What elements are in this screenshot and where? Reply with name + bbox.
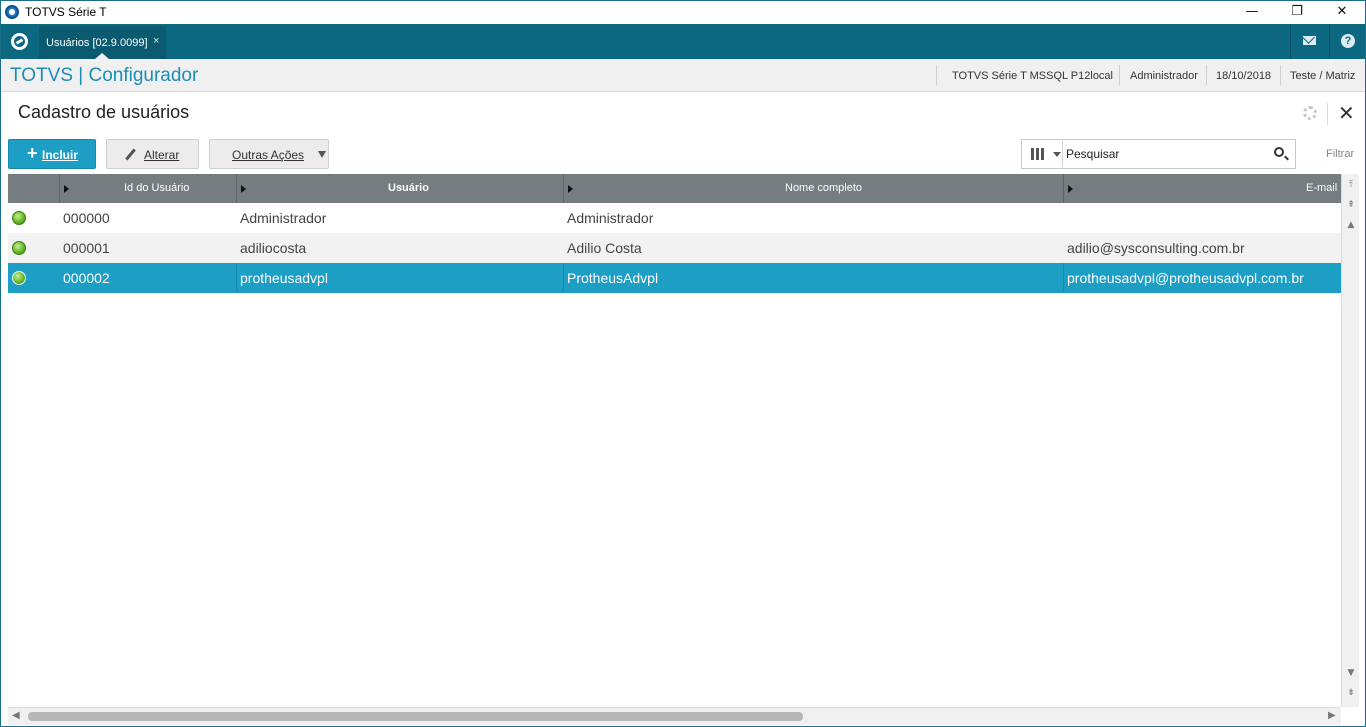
alter-button[interactable]: Alterar	[106, 139, 199, 169]
scroll-page-down-icon[interactable]: ⇟	[1345, 686, 1357, 700]
totvs-app-icon	[5, 5, 19, 19]
help-icon[interactable]: ?	[1341, 34, 1355, 48]
scroll-down-icon[interactable]: ▼	[1345, 666, 1357, 680]
scroll-page-up-icon[interactable]: ⇞	[1345, 198, 1357, 212]
table-row[interactable]: 000001 adiliocosta Adilio Costa adilio@s…	[8, 233, 1341, 263]
page-close-icon[interactable]: ✕	[1338, 101, 1355, 125]
plus-icon: +	[27, 143, 38, 163]
caret-right-icon	[241, 185, 246, 193]
search-box	[1021, 139, 1296, 169]
status-column-header	[8, 174, 59, 203]
cell-divider	[1063, 263, 1064, 293]
cell-name: Administrador	[567, 210, 654, 226]
columns-icon	[1031, 148, 1034, 160]
cell-divider	[236, 263, 237, 293]
other-actions-button[interactable]: Outras Ações	[209, 139, 329, 169]
filter-link[interactable]: Filtrar	[1326, 148, 1354, 160]
search-icon[interactable]	[1274, 147, 1284, 157]
window-title: TOTVS Série T	[25, 5, 107, 19]
cell-email: adilio@sysconsulting.com.br	[1067, 240, 1245, 256]
tabbar-divider	[1290, 24, 1291, 59]
table-row-selected[interactable]: 000002 protheusadvpl ProtheusAdvpl proth…	[8, 263, 1341, 293]
scroll-up-icon[interactable]: ▲	[1345, 218, 1357, 232]
app-window: TOTVS Série T — ❐ ✕ Usuários [02.9.0099]…	[0, 0, 1366, 727]
tab-usuarios[interactable]: Usuários [02.9.0099] ×	[39, 26, 166, 59]
module-brand: TOTVS | Configurador	[10, 65, 199, 86]
user-info: Administrador	[1130, 70, 1198, 82]
horizontal-scroll-thumb[interactable]	[28, 712, 803, 721]
alter-button-label: Alterar	[144, 148, 180, 162]
date-info: 18/10/2018	[1216, 70, 1272, 82]
environment-info: TOTVS Série T MSSQL P12local	[952, 70, 1113, 82]
columns-icon	[1036, 148, 1039, 160]
gear-icon[interactable]	[1303, 106, 1317, 120]
tabbar-divider	[1329, 24, 1330, 59]
status-active-icon	[12, 271, 26, 285]
cell-id: 000002	[63, 270, 110, 286]
caret-right-icon	[64, 185, 69, 193]
table-header: Id do Usuário Usuário Nome completo E-ma…	[8, 174, 1341, 203]
column-header-email[interactable]: E-mail	[1063, 174, 1341, 203]
status-active-icon	[12, 241, 26, 255]
caret-right-icon	[568, 185, 573, 193]
cell-user: adiliocosta	[240, 240, 307, 256]
columns-icon	[1041, 148, 1044, 160]
totvs-logo-icon[interactable]	[11, 33, 28, 50]
tab-close-icon[interactable]: ×	[153, 35, 159, 47]
column-header-name[interactable]: Nome completo	[563, 174, 1063, 203]
window-close-button[interactable]: ✕	[1319, 1, 1365, 23]
chevron-down-icon	[1053, 152, 1061, 157]
header-divider	[1280, 65, 1281, 85]
column-header-user[interactable]: Usuário	[236, 174, 563, 203]
table-row[interactable]: 000000 Administrador Administrador	[8, 203, 1341, 233]
header-divider	[1119, 65, 1120, 85]
include-button[interactable]: + Incluir	[8, 139, 96, 169]
title-divider	[1327, 103, 1328, 125]
cell-name: Adilio Costa	[567, 240, 642, 256]
columns-selector[interactable]	[1023, 141, 1063, 167]
scroll-top-icon[interactable]: ⤒	[1345, 178, 1357, 192]
mail-icon[interactable]	[1303, 36, 1316, 45]
other-actions-label: Outras Ações	[232, 148, 305, 162]
cell-user: protheusadvpl	[240, 270, 328, 286]
window-title-bar: TOTVS Série T — ❐ ✕	[1, 1, 1365, 24]
include-button-label: Incluir	[42, 148, 79, 162]
restore-button[interactable]: ❐	[1274, 1, 1320, 23]
chevron-down-icon	[318, 151, 326, 158]
page-title: Cadastro de usuários	[18, 102, 190, 122]
tab-bar: Usuários [02.9.0099] ×	[1, 24, 1365, 59]
company-info: Teste / Matriz	[1290, 70, 1356, 82]
horizontal-scrollbar[interactable]: ◀ ▶	[8, 707, 1341, 725]
scroll-right-icon[interactable]: ▶	[1328, 710, 1336, 721]
caret-right-icon	[1068, 185, 1073, 193]
tab-label: Usuários [02.9.0099]	[46, 37, 148, 49]
column-header-id[interactable]: Id do Usuário	[59, 174, 236, 203]
cell-id: 000000	[63, 210, 110, 226]
header-divider	[936, 65, 937, 85]
vertical-scrollbar[interactable]: ⤒ ⇞ ▲ ▼ ⇟	[1341, 174, 1359, 707]
status-active-icon	[12, 211, 26, 225]
cell-divider	[563, 263, 564, 293]
users-table: Id do Usuário Usuário Nome completo E-ma…	[8, 174, 1341, 707]
header-divider	[1206, 65, 1207, 85]
minimize-button[interactable]: —	[1229, 1, 1275, 23]
module-header: TOTVS | Configurador TOTVS Série T MSSQL…	[1, 59, 1365, 92]
cell-email: protheusadvpl@protheusadvpl.com.br	[1067, 270, 1304, 286]
cell-name: ProtheusAdvpl	[567, 270, 659, 286]
cell-id: 000001	[63, 240, 110, 256]
cell-user: Administrador	[240, 210, 327, 226]
search-input[interactable]	[1066, 144, 1266, 164]
pencil-icon	[125, 148, 136, 161]
scroll-left-icon[interactable]: ◀	[12, 710, 20, 721]
